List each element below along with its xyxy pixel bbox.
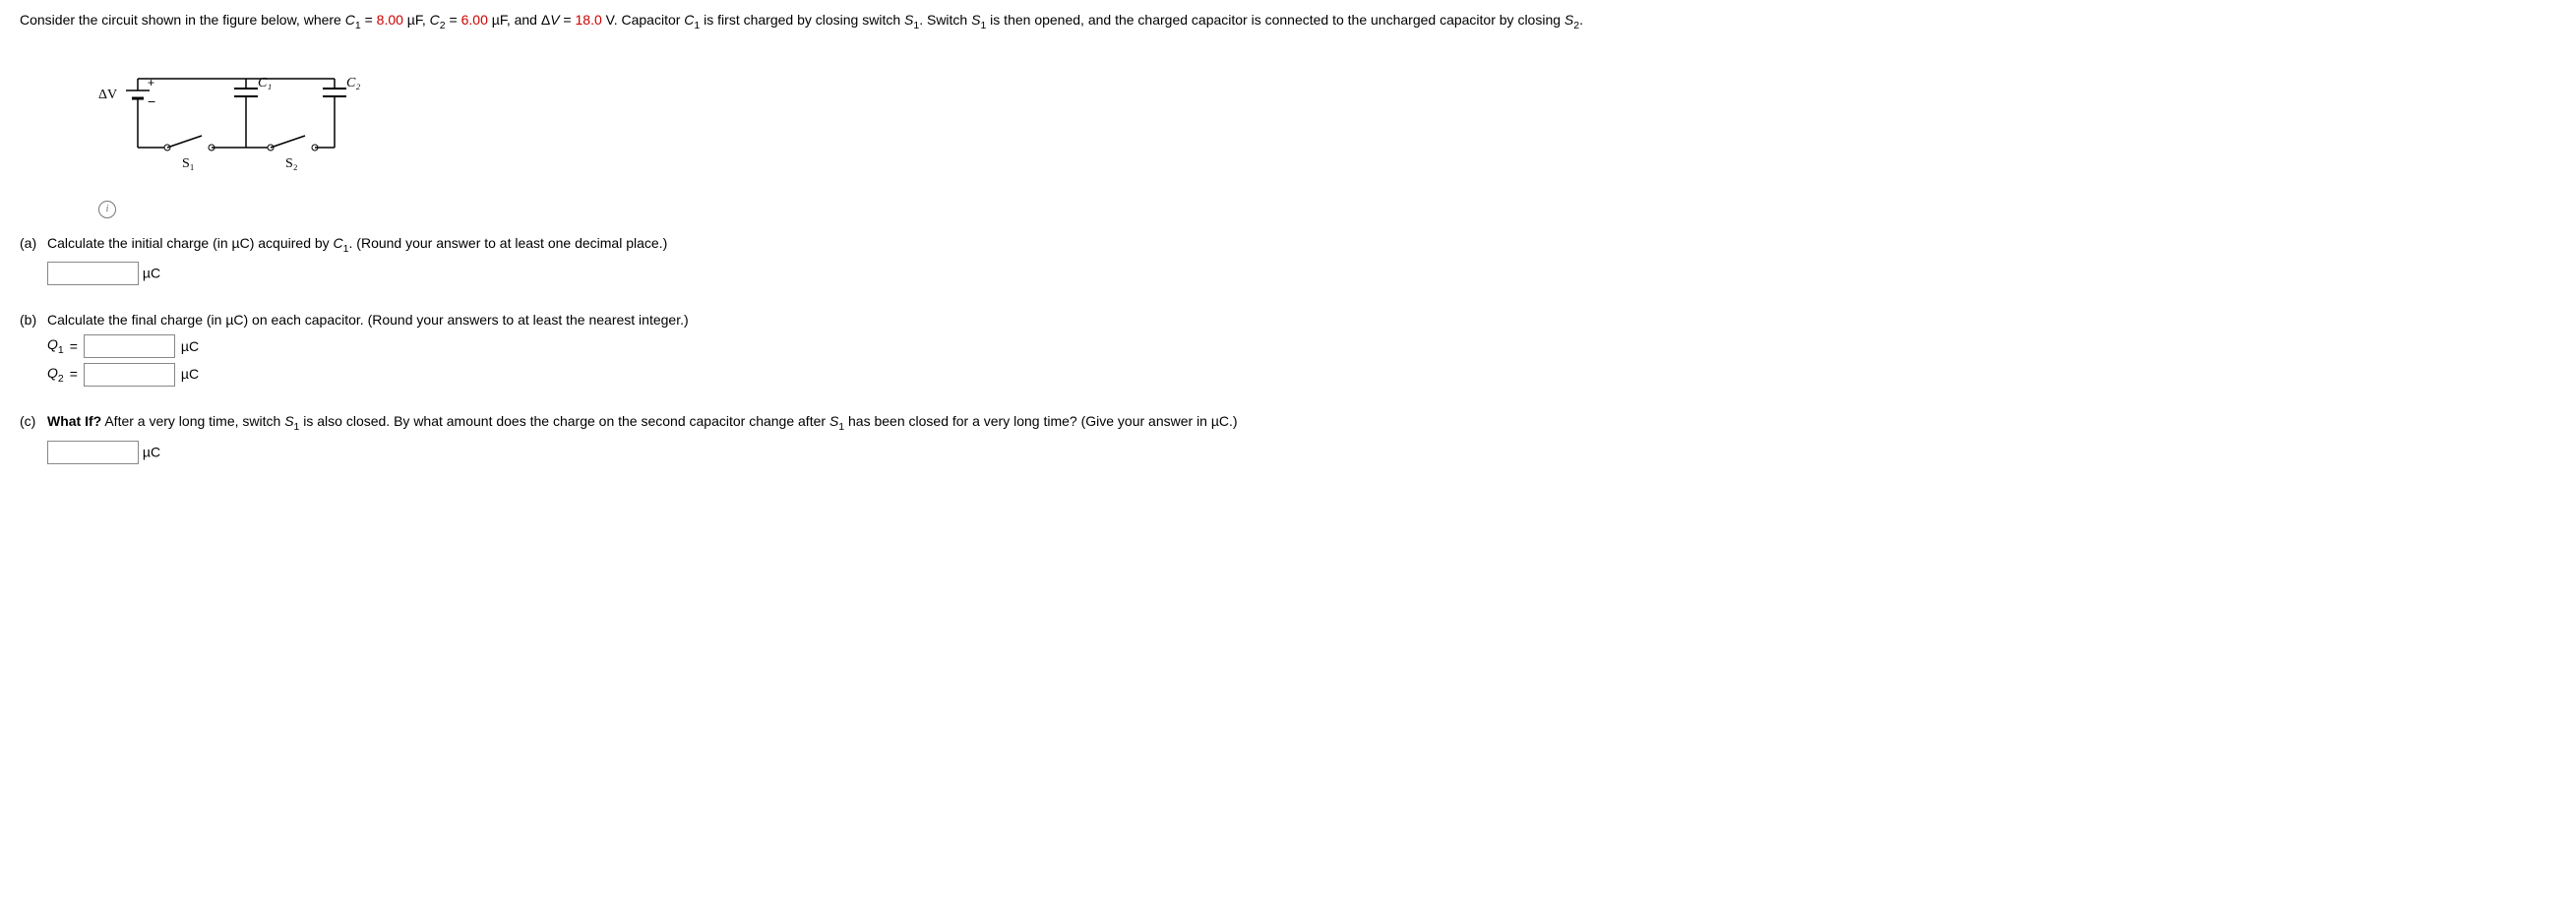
intro-text: Consider the circuit shown in the figure…: [20, 12, 345, 28]
part-a-label: (a): [20, 233, 47, 286]
c2-value: 6.00: [461, 12, 488, 28]
part-c-input[interactable]: [47, 441, 139, 464]
part-a: (a) Calculate the initial charge (in µC)…: [20, 233, 2556, 286]
intro-text: . Switch: [919, 12, 971, 28]
intro-text: is then opened, and the charged capacito…: [986, 12, 1564, 28]
eq: =: [560, 12, 576, 28]
s2-symbol: S: [1564, 12, 1573, 28]
part-b-prompt: Calculate the final charge (in µC) on ea…: [47, 310, 2556, 330]
circuit-svg: ΔV + − C₁ C₂ S₁ S₂: [89, 59, 403, 197]
c2-unit: µF, and Δ: [488, 12, 550, 28]
part-a-prompt: Calculate the initial charge (in µC) acq…: [47, 233, 2556, 258]
part-b-label: (b): [20, 310, 47, 387]
c1b-symbol: C: [684, 12, 694, 28]
part-c-label: (c): [20, 411, 47, 464]
part-b: (b) Calculate the final charge (in µC) o…: [20, 310, 2556, 387]
s1-symbol: S: [904, 12, 913, 28]
delta-v-label: ΔV: [98, 88, 117, 102]
info-icon[interactable]: i: [98, 201, 116, 218]
intro-text: .: [1579, 12, 1583, 28]
cap2-label: C₂: [346, 76, 360, 90]
switch1-label: S₁: [182, 156, 195, 171]
c1-unit: µF,: [403, 12, 430, 28]
part-a-unit: µC: [143, 266, 160, 281]
v-value: 18.0: [576, 12, 602, 28]
v-symbol: V: [550, 12, 559, 28]
what-if-label: What If?: [47, 413, 101, 429]
eq: =: [361, 12, 377, 28]
part-c: (c) What If? After a very long time, swi…: [20, 411, 2556, 464]
q1-unit: µC: [181, 336, 199, 357]
minus-label: −: [148, 93, 155, 109]
q1-input[interactable]: [84, 334, 175, 358]
v-unit: V. Capacitor: [602, 12, 685, 28]
c1-value: 8.00: [377, 12, 403, 28]
circuit-figure: ΔV + − C₁ C₂ S₁ S₂ i: [89, 59, 2556, 218]
eq: =: [446, 12, 461, 28]
q2-unit: µC: [181, 364, 199, 385]
intro-text: is first charged by closing switch: [700, 12, 904, 28]
q2-input[interactable]: [84, 363, 175, 387]
switch2-label: S₂: [285, 156, 298, 171]
part-c-unit: µC: [143, 444, 160, 459]
problem-statement: Consider the circuit shown in the figure…: [20, 10, 2556, 34]
part-c-prompt: What If? After a very long time, switch …: [47, 411, 2556, 436]
part-a-input[interactable]: [47, 262, 139, 285]
c1-symbol: C: [345, 12, 355, 28]
plus-label: +: [148, 76, 154, 90]
c2-symbol: C: [430, 12, 440, 28]
cap1-label: C₁: [258, 76, 272, 90]
